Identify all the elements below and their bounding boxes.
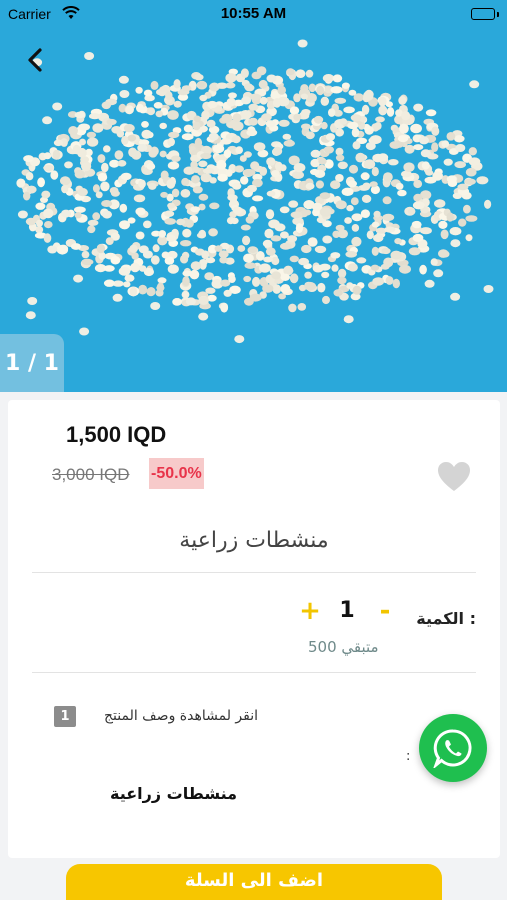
product-image[interactable] xyxy=(0,0,507,392)
battery-icon xyxy=(471,8,499,20)
attribute-label: : xyxy=(406,749,411,764)
description-badge: 1 xyxy=(54,706,76,727)
divider xyxy=(32,572,476,573)
divider xyxy=(32,672,476,673)
quantity-label: الكمية : xyxy=(416,609,476,628)
product-screen: Carrier 10:55 AM 1 / 1 1,500 IQD 3,000 I… xyxy=(0,0,507,900)
quantity-value: 1 xyxy=(339,598,355,623)
view-description-link[interactable]: انقر لمشاهدة وصف المنتج xyxy=(104,708,258,724)
whatsapp-icon xyxy=(433,729,472,768)
quantity-decrease-button[interactable]: - xyxy=(373,596,397,626)
whatsapp-button[interactable] xyxy=(419,714,487,782)
old-price: 3,000 IQD xyxy=(52,465,130,484)
add-to-cart-button[interactable]: اضف الى السلة xyxy=(66,864,442,900)
discount-badge: -50.0% xyxy=(149,458,204,489)
stock-remaining: متبقي 500 xyxy=(308,638,379,656)
product-subtitle: منشطات زراعية xyxy=(110,784,238,803)
product-title: منشطات زراعية xyxy=(179,528,329,553)
product-card: 1,500 IQD 3,000 IQD -50.0% منشطات زراعية… xyxy=(8,400,500,858)
price: 1,500 IQD xyxy=(66,422,167,447)
favorite-button[interactable] xyxy=(436,460,472,494)
quantity-increase-button[interactable]: + xyxy=(298,596,322,626)
image-counter: 1 / 1 xyxy=(0,334,64,392)
heart-icon xyxy=(438,462,470,491)
back-button[interactable] xyxy=(18,42,54,78)
status-bar: Carrier 10:55 AM xyxy=(0,0,507,30)
chevron-left-icon xyxy=(28,48,42,72)
granules-illustration xyxy=(16,39,494,344)
clock: 10:55 AM xyxy=(220,5,287,22)
